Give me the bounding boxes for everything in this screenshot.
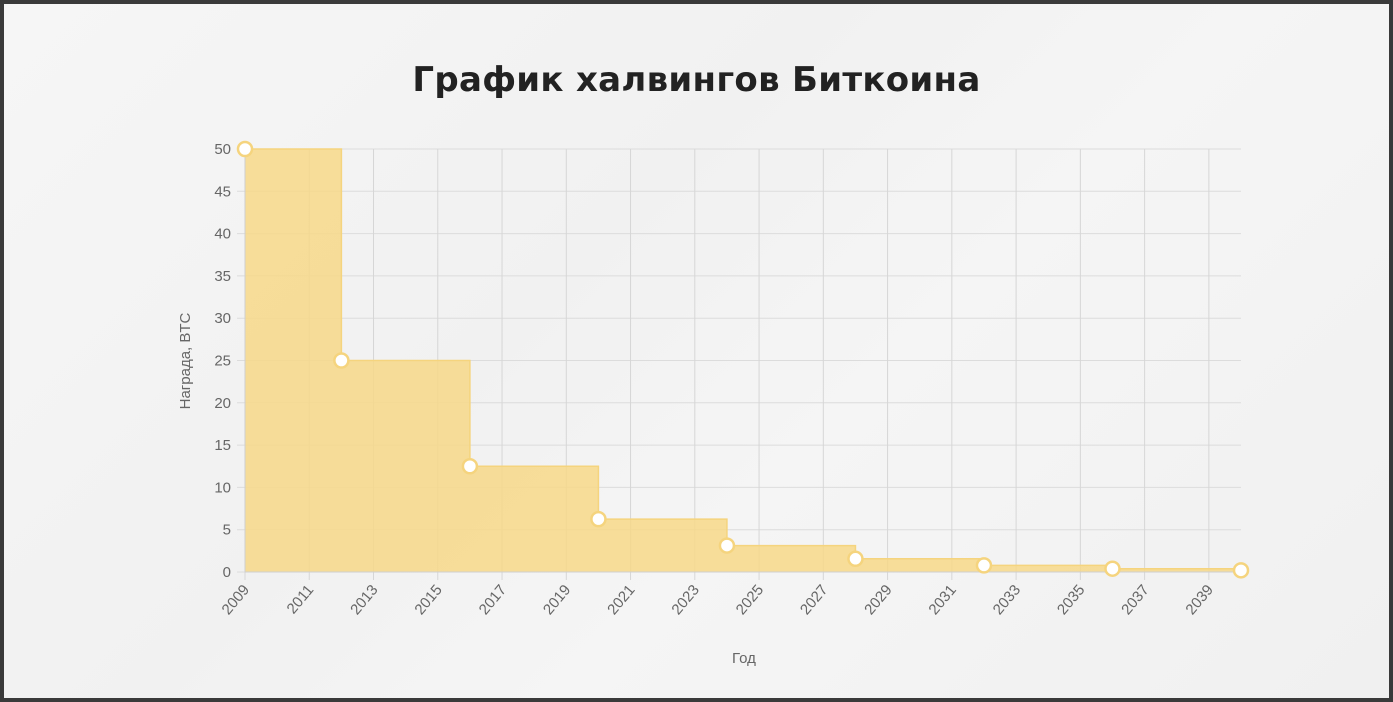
y-tick-label: 45 (214, 183, 231, 200)
data-point (236, 140, 254, 158)
x-tick-label: 2029 (861, 582, 895, 618)
x-axis-title: Год (732, 650, 756, 667)
x-tick-label: 2015 (411, 582, 445, 618)
x-tick-label: 2031 (925, 582, 959, 618)
y-tick-label: 20 (214, 395, 231, 412)
x-tick-label: 2019 (540, 582, 574, 618)
data-point (590, 510, 607, 528)
y-tick-label: 50 (214, 141, 231, 158)
x-tick-label: 2025 (733, 582, 767, 618)
y-tick-label: 40 (214, 226, 231, 243)
data-point (461, 458, 479, 475)
data-point (1104, 560, 1121, 577)
x-tick-label: 2023 (668, 582, 702, 618)
x-tick-label: 2027 (797, 582, 831, 618)
y-tick-label: 15 (214, 437, 231, 454)
data-point (1232, 562, 1250, 579)
x-tick-label: 2035 (1054, 582, 1088, 618)
y-tick-label: 0 (223, 564, 231, 581)
y-tick-label: 25 (214, 353, 231, 370)
x-tick-label: 2033 (990, 582, 1024, 618)
x-tick-label: 2021 (604, 582, 638, 618)
x-tick-label: 2011 (284, 582, 318, 618)
x-tick-label: 2017 (476, 582, 510, 618)
x-tick-label: 2039 (1182, 582, 1216, 618)
data-point (718, 537, 736, 554)
y-tick-label: 35 (214, 268, 231, 285)
halving-chart: 051015202530354045502009 2011 2013 2015 2017… (177, 140, 1250, 667)
x-tick-label: 2009 (219, 582, 253, 618)
data-point (333, 352, 350, 369)
y-tick-label: 30 (214, 310, 231, 327)
data-point (975, 557, 993, 574)
x-tick-label: 2013 (347, 582, 381, 618)
y-tick-label: 10 (214, 479, 231, 496)
data-point (847, 550, 864, 568)
y-axis-title: Награда, BTC (177, 312, 194, 409)
y-tick-label: 5 (223, 522, 231, 539)
x-tick-label: 2037 (1118, 582, 1152, 618)
